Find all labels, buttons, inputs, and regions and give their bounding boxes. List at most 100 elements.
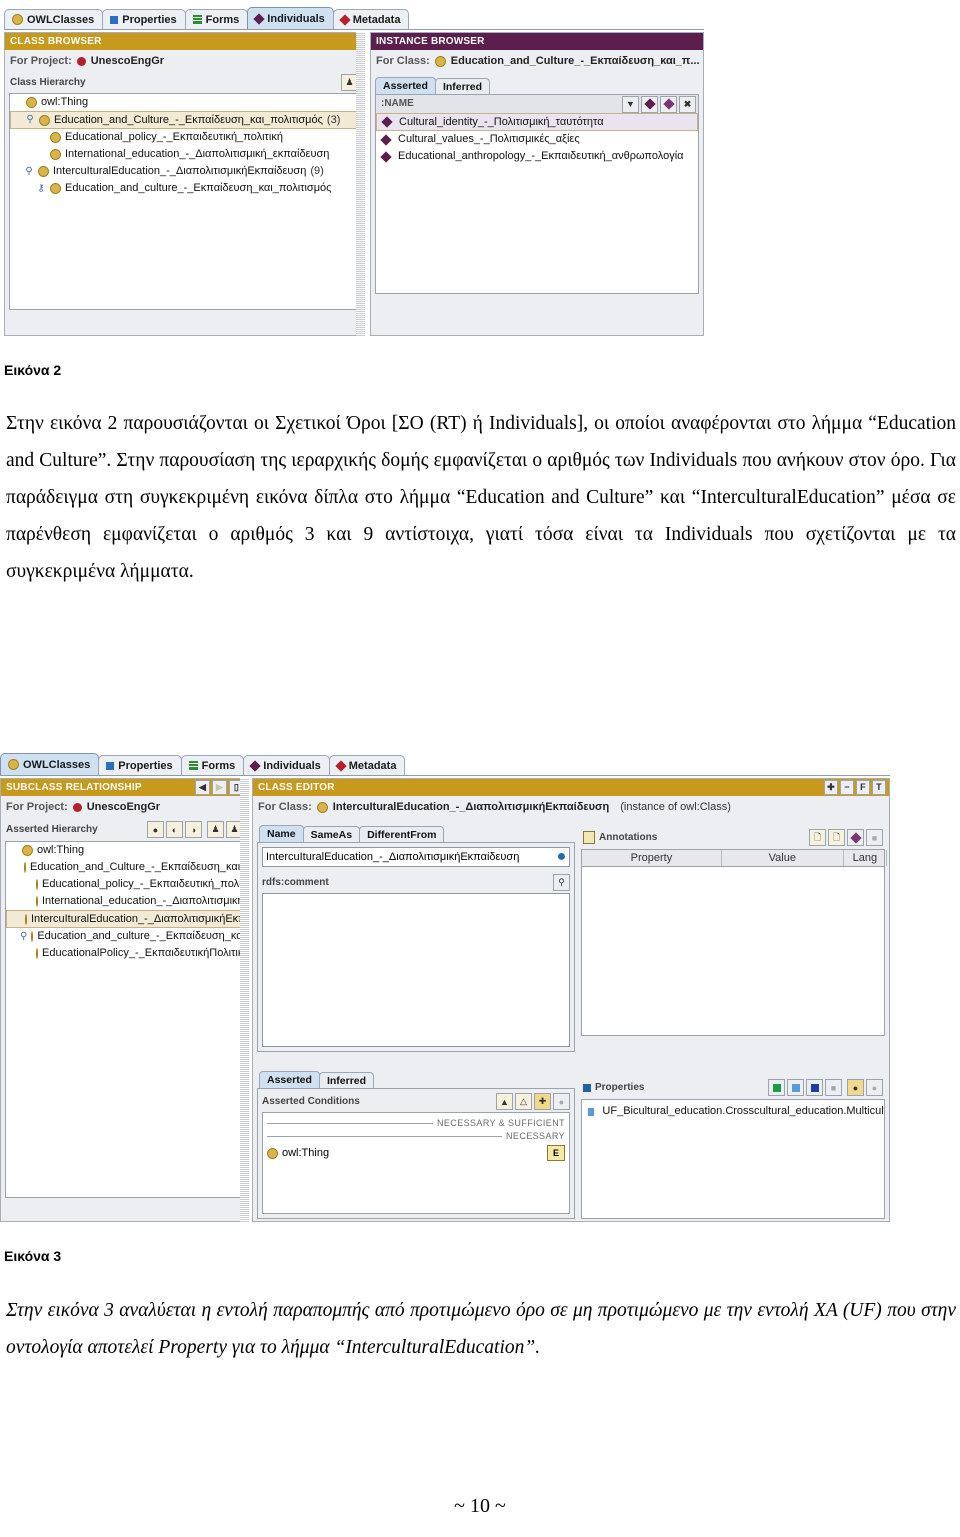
add-instance-icon[interactable] [641,95,658,113]
chevron-down-icon[interactable]: ▼ [622,95,639,113]
create-subclass-icon[interactable]: ◐ [166,821,183,838]
subclass-toolbar: ● ◐ ◑ ♟ ♟ [147,821,243,838]
delete-icon[interactable]: ● [553,1093,570,1110]
properties-list[interactable]: UF_Bicultural_education.Crosscultural_ed… [581,1099,885,1219]
asserted-hierarchy-tree[interactable]: owl:Thing Education_and_Culture_-_Εκπαίδε… [5,841,243,1198]
tree-node[interactable]: Educational_policy_-_Εκπαιδευτική_πολιτι… [10,129,358,146]
new-annotation-lang-icon[interactable]: 🗋 [828,829,845,846]
tree-node[interactable]: ⚲ Education_and_Culture_-_Εκπαίδευση_και_… [10,111,358,129]
forward-arrow-icon[interactable]: ▶ [212,780,227,795]
delete-class-icon[interactable]: ◑ [185,821,202,838]
panel-splitter[interactable] [356,32,365,336]
tree-node[interactable]: owl:Thing [10,94,358,111]
tree-node[interactable]: owl:Thing [6,842,242,859]
class-editor-tabs: Name SameAs DifferentFrom [257,825,575,842]
bars-green-icon [192,15,202,24]
f-icon[interactable]: F [856,780,870,795]
square-blue-icon [110,15,119,24]
diamond-icon[interactable] [660,95,677,113]
tab-properties[interactable]: Properties [98,755,182,775]
property-row[interactable]: UF_Bicultural_education.Crosscultural_ed… [582,1103,884,1120]
class-hierarchy-tree[interactable]: owl:Thing ⚲ Education_and_Culture_-_Εκπαίδ… [9,93,359,310]
expander-open-icon[interactable]: ⚲ [25,115,35,125]
instance-list[interactable]: Cultural_identity_-_Πολιτισμική_ταυτότητ… [375,113,699,294]
add-prop-icon[interactable] [806,1079,823,1096]
diamond-icon[interactable] [847,829,864,846]
editor-tab-differentfrom[interactable]: DifferentFrom [359,826,445,842]
tab-individuals[interactable]: Individuals [247,7,334,29]
t-icon[interactable]: T [872,780,886,795]
tab-properties[interactable]: Properties [102,9,186,29]
back-arrow-icon[interactable]: ◀ [195,780,210,795]
expander-open-icon[interactable]: ⚲ [24,166,34,177]
for-class-value: Education_and_Culture_-_Εκπαίδευση_και_π… [450,56,700,67]
editor-tab-name[interactable]: Name [259,825,304,842]
condition-badge[interactable]: E [547,1145,565,1161]
tab-forms[interactable]: Forms [184,9,249,29]
annotations-column-value[interactable]: Value [722,850,844,866]
project-name: UnescoEngGr [90,55,165,67]
rdfs-comment-textarea[interactable] [262,893,570,1047]
tab-metadata[interactable]: Metadata [328,755,406,775]
tree-node[interactable]: ⚷ Education_and_culture_-_Εκπαίδευση_και_… [10,180,358,197]
tree-node[interactable]: Education_and_Culture_-_Εκπαίδευση_και_π… [6,859,242,876]
tab-label: Metadata [348,759,397,772]
create-named-class-icon[interactable]: △ [515,1093,532,1110]
add-superclass-icon[interactable]: ✚ [534,1093,551,1110]
annotations-column-property[interactable]: Property [582,850,722,866]
class-dot-icon [25,913,27,925]
project-dot-icon [76,57,86,66]
tab-forms[interactable]: Forms [180,755,245,775]
subtab-inferred[interactable]: Inferred [434,78,491,94]
new-annotation-icon[interactable]: 🗋 [809,829,826,846]
remove-prop-icon[interactable]: ■ [825,1079,842,1096]
panel-splitter-2[interactable] [240,778,249,1222]
comment-search-icon[interactable]: ⚲ [553,874,570,891]
name-lang-icon[interactable]: ● [554,848,569,865]
editor-tab-sameas[interactable]: SameAs [302,826,361,842]
subtab-asserted[interactable]: Asserted [375,77,436,94]
expander-open-icon[interactable]: ⚲ [20,931,27,942]
expander-closed-icon[interactable]: ⚷ [36,183,46,194]
figure-2-caption: Εικόνα 2 [4,362,62,378]
create-restriction-icon[interactable]: ▲ [496,1093,513,1110]
conditions-tab-inferred[interactable]: Inferred [318,1072,375,1088]
tree-node[interactable]: International_education_-_Διαπολιτισμική… [10,146,358,163]
annotations-table-body[interactable] [581,867,885,1036]
subclass-header-buttons: ◀ ▶ ▯ [195,780,244,795]
tree-node-label: Education_and_culture_-_Εκπαίδευση_και_π… [37,930,242,942]
tree-node[interactable]: EducationalPolicy_-_ΕκπαιδευτικήΠολιτική [6,945,242,962]
instance-row[interactable]: Cultural_identity_-_Πολιτισμική_ταυτότητ… [376,113,698,131]
view-prop-icon[interactable]: ● [847,1079,864,1096]
minus-icon[interactable]: − [840,780,854,795]
class-dot-icon [38,166,49,177]
annotations-column-lang[interactable]: Lang [844,850,887,866]
conditions-tab-asserted[interactable]: Asserted [259,1071,320,1088]
instance-browser-title: INSTANCE BROWSER [376,35,485,47]
tree-node[interactable]: ⚲ Education_and_culture_-_Εκπαίδευση_και_… [6,928,242,945]
class-editor-panel: CLASS EDITOR ✚ − F T For Class: IntercuI… [252,778,890,1222]
create-class-icon[interactable]: ● [147,821,164,838]
individual-count: (9) [310,165,324,177]
circle-gold-icon [8,759,19,770]
instance-row[interactable]: Educational_anthropology_-_Εκπαιδευτική_… [376,148,698,165]
search-1-icon[interactable]: ♟ [207,821,224,838]
class-name-input[interactable]: IntercuIturalEducation_-_ΔιαπολιτισμικήΕ… [263,852,554,863]
tree-node[interactable]: ⚲ IntercuIturalEducation_-_Διαπολιτισμική… [10,163,358,180]
tree-node[interactable]: IntercuIturalEducation_-_ΔιαπολιτισμικήΕ… [6,910,242,928]
new-datatype-prop-icon[interactable] [768,1079,785,1096]
delete-icon[interactable]: ✖ [679,95,696,113]
delete-icon[interactable]: ■ [866,829,883,846]
instance-browser-class-line: For Class: Education_and_Culture_-_Εκπαί… [371,50,703,71]
delete-prop-icon[interactable]: ● [866,1079,883,1096]
new-object-prop-icon[interactable] [787,1079,804,1096]
tab-owlclasses[interactable]: OWLClasses [0,753,100,775]
instance-row[interactable]: Cultural_values_-_Πολιτισμικές_αξίες [376,131,698,148]
tab-individuals[interactable]: Individuals [243,755,330,775]
tab-owlclasses[interactable]: OWLClasses [4,9,104,29]
tree-node[interactable]: International_education_-_Διαπολιτισμική… [6,893,242,910]
tree-node[interactable]: Educational_policy_-_Εκπαιδευτική_πολιτι… [6,876,242,893]
asserted-conditions-list[interactable]: NECESSARY & SUFFICIENT NECESSARY owl:Thi… [262,1112,570,1214]
plus-icon[interactable]: ✚ [824,780,838,795]
tab-metadata[interactable]: Metadata [332,9,410,29]
